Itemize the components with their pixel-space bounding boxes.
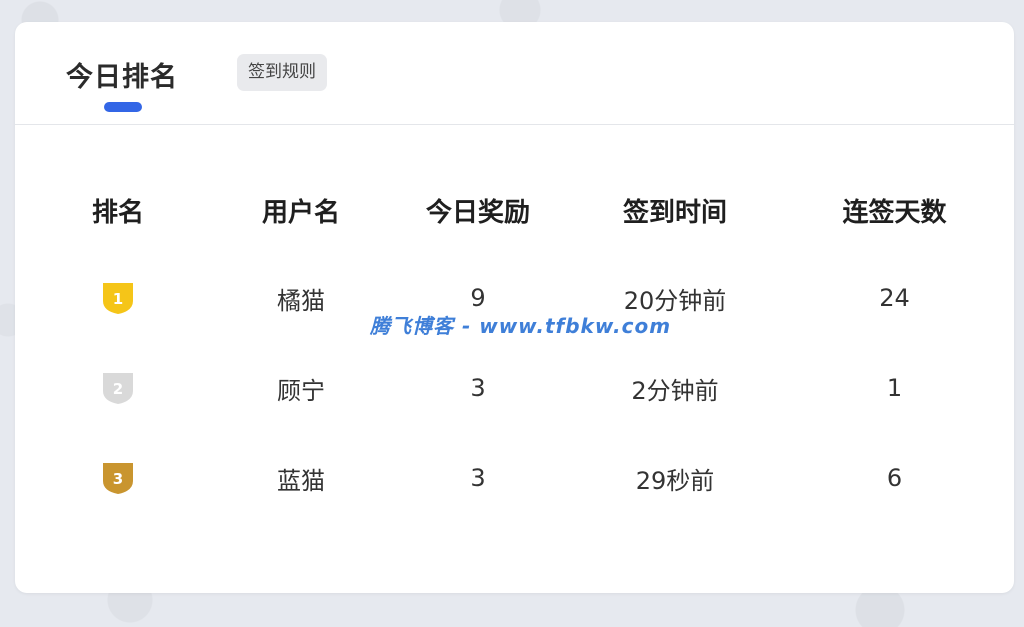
watermark-text: 腾飞博客 - www.tfbkw.com <box>370 314 672 338</box>
reward-cell: 3 <box>470 464 486 492</box>
rank-number: 2 <box>113 380 123 398</box>
column-header-checkin-time: 签到时间 <box>622 197 727 228</box>
checkin-time-cell: 29秒前 <box>635 466 715 495</box>
streak-cell: 1 <box>886 374 903 402</box>
column-header-rank: 排名 <box>91 197 144 228</box>
streak-cell: 24 <box>879 284 910 312</box>
rank-cell: 1 <box>15 253 221 343</box>
username-cell: 蓝猫 <box>277 466 325 495</box>
table-header-row: 排名 用户名 今日奖励 签到时间 连签天数 <box>15 167 1014 253</box>
silver-medal-icon: 2 <box>103 373 133 404</box>
streak-cell: 6 <box>886 464 903 492</box>
column-header-reward: 今日奖励 <box>425 197 530 228</box>
tab-bar: 今日排名 签到规则 <box>15 22 1014 125</box>
column-header-streak: 连签天数 <box>842 197 947 228</box>
rank-number: 3 <box>113 470 123 488</box>
checkin-rules-button[interactable]: 签到规则 <box>237 54 327 91</box>
tab-today-ranking[interactable]: 今日排名 <box>66 55 178 94</box>
ranking-table: 排名 用户名 今日奖励 签到时间 连签天数 1 橘猫 9 20分钟前 24 2 … <box>15 167 1014 523</box>
bronze-medal-icon: 3 <box>103 463 133 494</box>
rank-number: 1 <box>113 290 123 308</box>
rank-cell: 3 <box>15 433 221 523</box>
table-row: 3 蓝猫 3 29秒前 6 <box>15 433 1014 523</box>
column-header-username: 用户名 <box>261 197 340 228</box>
rank-cell: 2 <box>15 343 221 433</box>
username-cell: 橘猫 <box>277 286 325 315</box>
reward-cell: 3 <box>470 374 486 402</box>
checkin-time-cell: 2分钟前 <box>631 376 719 405</box>
active-tab-indicator <box>104 102 142 112</box>
table-row: 2 顾宁 3 2分钟前 1 <box>15 343 1014 433</box>
username-cell: 顾宁 <box>277 376 325 405</box>
ranking-card: 今日排名 签到规则 排名 用户名 今日奖励 签到时间 连签天数 1 橘猫 9 2… <box>15 22 1014 593</box>
gold-medal-icon: 1 <box>103 283 133 314</box>
